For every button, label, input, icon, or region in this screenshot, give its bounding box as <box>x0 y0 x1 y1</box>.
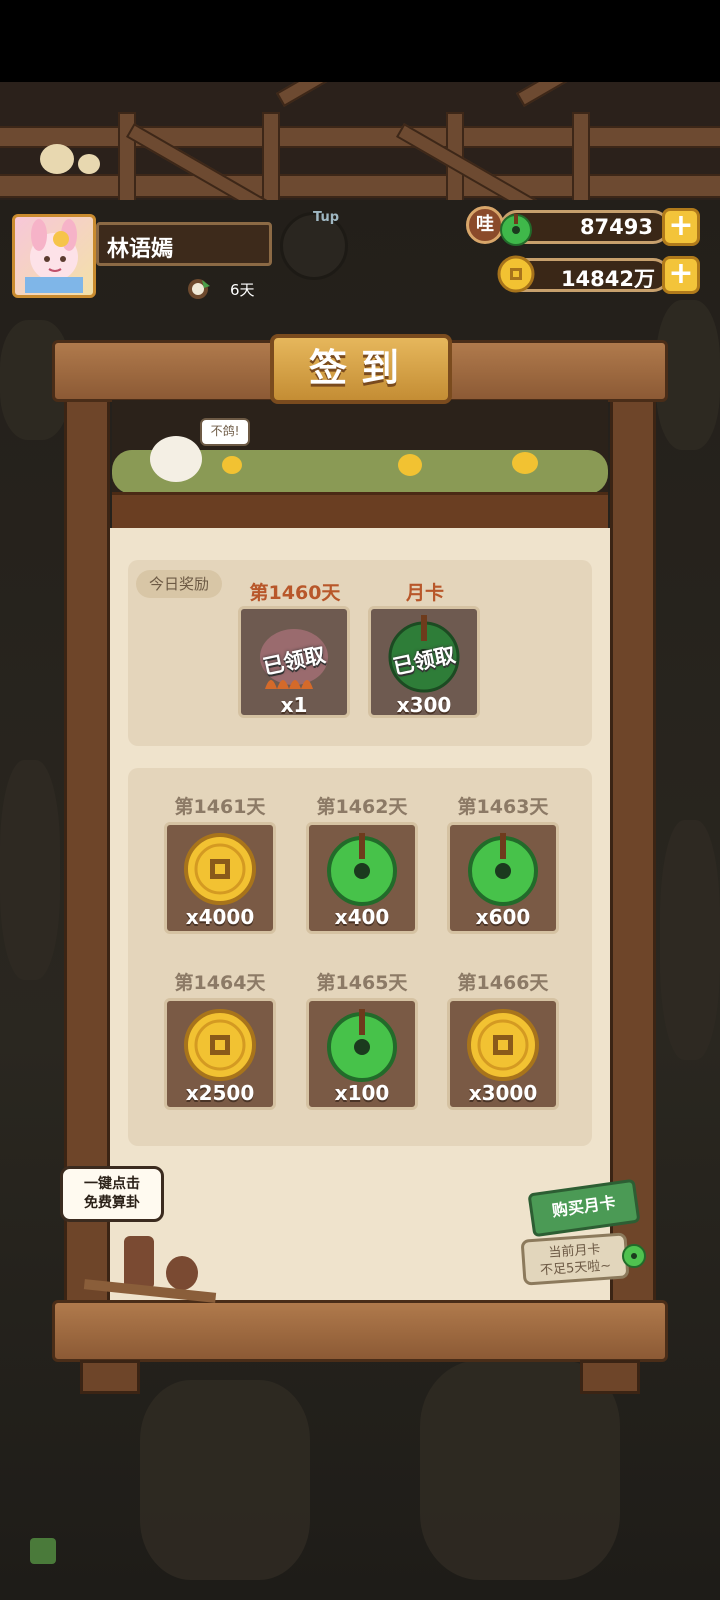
day-reward-qty: x2500 <box>185 1081 255 1105</box>
today-reward-tag: 今日奖励 <box>136 570 222 598</box>
coin-amount: 14842万 <box>560 267 655 291</box>
player-name-bar: 林语嫣 <box>96 222 272 266</box>
chick-decoration <box>40 144 74 174</box>
day-reward-qty: x100 <box>334 1081 390 1105</box>
green-jade-icon <box>498 210 534 246</box>
one-click-fortune-button[interactable]: 一键点击 免费算卦 <box>60 1166 164 1222</box>
day-reward-qty: x600 <box>475 905 531 929</box>
chick-decoration <box>78 154 100 174</box>
player-name: 林语嫣 <box>107 237 174 262</box>
add-jade-button[interactable]: + <box>662 208 700 246</box>
day-reward-qty: x400 <box>334 905 390 929</box>
today-day-label: 第1460天 <box>249 582 341 604</box>
day-label: 第1461天 <box>174 796 266 818</box>
day-label: 第1465天 <box>316 972 408 994</box>
corner-button[interactable] <box>30 1538 56 1564</box>
white-chick-icon <box>150 436 202 482</box>
jade-amount: 87493 <box>579 215 653 239</box>
speech-bubble: 不鸽! <box>200 418 250 446</box>
gold-ball-icon <box>222 456 242 474</box>
gold-coin-icon <box>496 254 536 294</box>
today-reward-tile[interactable]: x1 已领取 <box>238 606 350 718</box>
day-reward-tile[interactable]: x3000 <box>447 998 559 1110</box>
page-title: 签到 <box>270 334 452 404</box>
jar-icon <box>166 1256 198 1290</box>
today-reward-qty: x1 <box>280 693 308 717</box>
add-coin-button[interactable]: + <box>662 256 700 294</box>
one-click-line2: 免费算卦 <box>84 1195 140 1211</box>
monthly-card-tile[interactable]: x300 已领取 <box>368 606 480 718</box>
status-bar-area <box>0 0 720 82</box>
coconut-streak-icon <box>186 276 212 300</box>
day-reward-qty: x4000 <box>185 905 255 929</box>
day-reward-tile[interactable]: x4000 <box>164 822 276 934</box>
day-reward-qty: x3000 <box>468 1081 538 1105</box>
monthly-card-qty: x300 <box>396 693 452 717</box>
bottom-plank <box>52 1300 668 1362</box>
tup-label: Tup <box>313 210 339 225</box>
streak-days: 6天 <box>230 281 255 299</box>
right-foot <box>580 1360 640 1394</box>
roof-beams <box>0 82 720 200</box>
green-jade-icon <box>620 1240 648 1268</box>
day-reward-tile[interactable]: x600 <box>447 822 559 934</box>
day-label: 第1462天 <box>316 796 408 818</box>
day-reward-tile[interactable]: x2500 <box>164 998 276 1110</box>
day-label: 第1463天 <box>457 796 549 818</box>
right-post <box>610 390 656 1310</box>
monthly-card-note: 当前月卡 不足5天啦~ <box>520 1232 630 1286</box>
awning <box>112 400 608 531</box>
gold-ball-icon <box>512 452 538 474</box>
left-foot <box>80 1360 140 1394</box>
gold-ball-icon <box>398 454 422 476</box>
monthly-card-label: 月卡 <box>405 582 444 604</box>
awning-beam <box>112 492 608 531</box>
day-label: 第1464天 <box>174 972 266 994</box>
avatar[interactable] <box>12 214 96 298</box>
jar-icon <box>124 1236 154 1288</box>
one-click-line1: 一键点击 <box>84 1176 140 1192</box>
day-label: 第1466天 <box>457 972 549 994</box>
day-reward-tile[interactable]: x100 <box>306 998 418 1110</box>
day-reward-tile[interactable]: x400 <box>306 822 418 934</box>
